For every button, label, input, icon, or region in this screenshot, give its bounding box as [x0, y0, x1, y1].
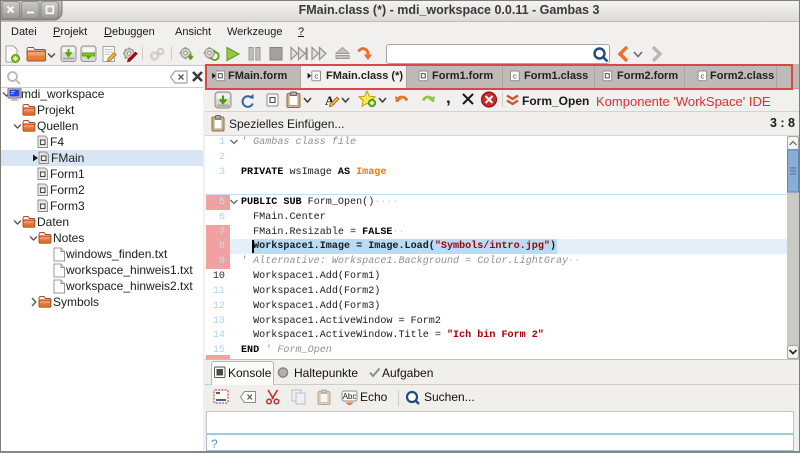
svg-text:,: ,	[446, 89, 451, 107]
svg-text:Abc: Abc	[343, 392, 357, 401]
